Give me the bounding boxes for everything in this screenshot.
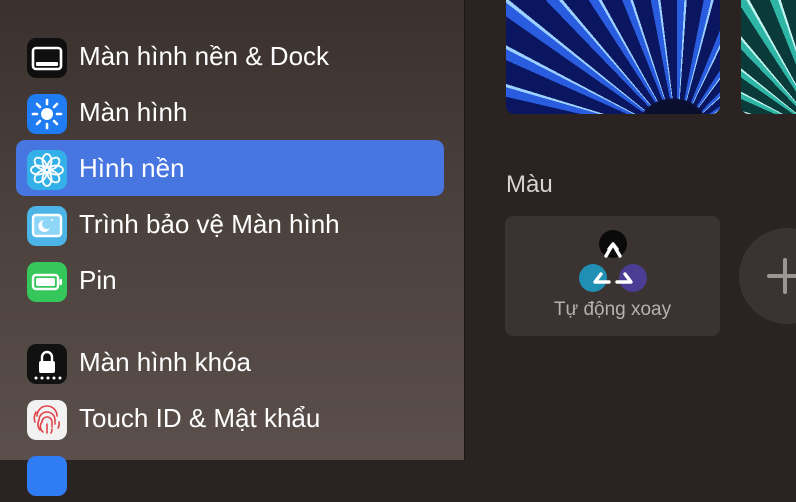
sidebar-item-display[interactable]: Màn hình xyxy=(16,84,444,140)
sidebar-item-label: Hình nền xyxy=(79,153,185,183)
sidebar-item-partial[interactable] xyxy=(16,446,444,502)
wallpaper-thumbnail-teal[interactable] xyxy=(741,0,796,114)
sidebar-item-desktop-dock[interactable]: Màn hình nền & Dock xyxy=(16,28,444,84)
add-color-button[interactable] xyxy=(739,228,796,324)
auto-rotate-icon xyxy=(579,230,647,292)
wallpaper-flower-icon xyxy=(27,150,67,190)
wallpaper-panel: Màu Tự động xoay xyxy=(465,0,796,460)
partial-blue-icon xyxy=(27,456,67,496)
wallpaper-thumbnail-blue[interactable] xyxy=(506,0,720,114)
sidebar-item-screen-saver[interactable]: Trình bảo vệ Màn hình xyxy=(16,196,444,252)
plus-icon xyxy=(767,258,796,294)
desktop-dock-icon xyxy=(27,38,67,78)
sidebar-item-touch-id[interactable]: Touch ID & Mật khẩu xyxy=(16,390,444,446)
sidebar-item-label: Màn hình xyxy=(79,97,188,127)
lock-screen-icon xyxy=(27,344,67,384)
battery-icon xyxy=(27,262,67,302)
sidebar-item-label: Màn hình nền & Dock xyxy=(79,41,330,71)
sidebar-item-lock-screen[interactable]: Màn hình khóa xyxy=(16,334,444,390)
sidebar-item-wallpaper[interactable]: Hình nền xyxy=(16,140,444,196)
sidebar-item-label: Pin xyxy=(79,265,117,295)
display-brightness-icon xyxy=(27,94,67,134)
screen-saver-icon xyxy=(27,206,67,246)
sidebar-item-battery[interactable]: Pin xyxy=(16,252,444,308)
fingerprint-icon xyxy=(27,400,67,440)
sidebar: Màn hình nền & Dock Màn hình Hình nền Tr… xyxy=(0,0,465,496)
sidebar-item-label: Màn hình khóa xyxy=(79,347,252,377)
sidebar-item-label: Touch ID & Mật khẩu xyxy=(79,403,321,433)
sidebar-item-label: Trình bảo vệ Màn hình xyxy=(79,209,340,239)
section-title-colors: Màu xyxy=(506,171,553,198)
auto-rotate-label: Tự động xoay xyxy=(553,299,672,320)
auto-rotate-tile[interactable]: Tự động xoay xyxy=(505,216,720,336)
